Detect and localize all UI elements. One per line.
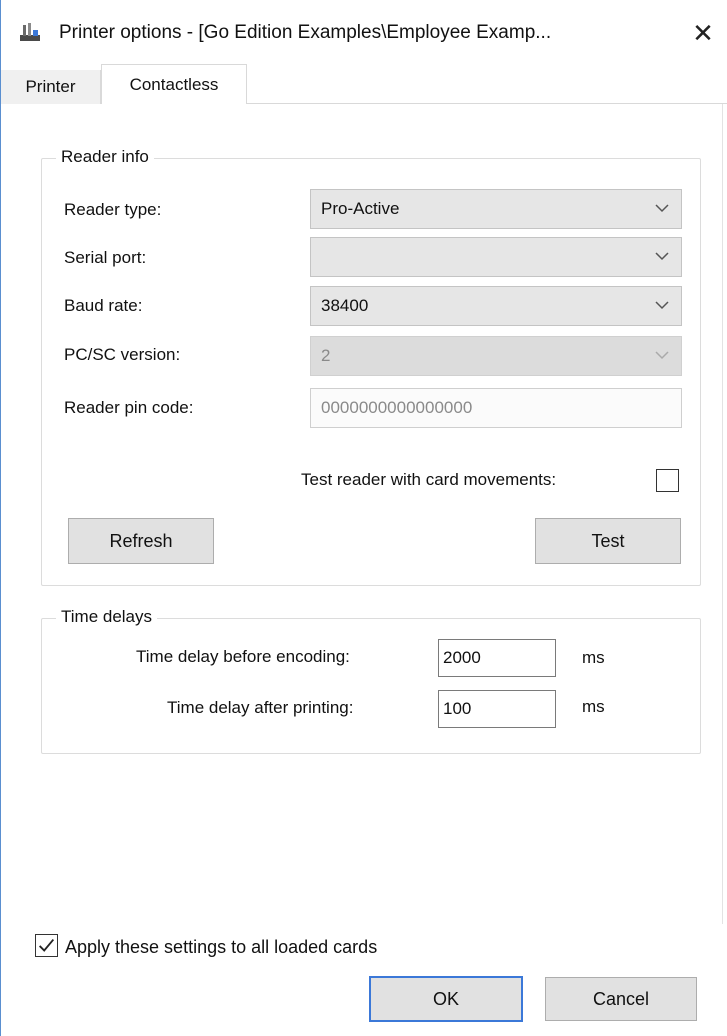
delay-before-encoding-unit: ms [582, 648, 605, 667]
test-button[interactable]: Test [535, 518, 681, 564]
reader-pin-code-input: 0000000000000000 [310, 388, 682, 428]
close-icon[interactable]: ✕ [692, 18, 714, 49]
delay-before-encoding-input[interactable]: 2000 [438, 639, 556, 677]
tab-contactless[interactable]: Contactless [101, 64, 247, 105]
apply-all-label[interactable]: Apply these settings to all loaded cards [65, 937, 377, 958]
chevron-down-icon [655, 301, 669, 310]
test-movements-label: Test reader with card movements: [301, 470, 557, 489]
reader-type-label: Reader type: [64, 200, 162, 219]
delay-before-encoding-label: Time delay before encoding: [136, 647, 350, 666]
delay-after-printing-unit: ms [582, 697, 605, 716]
reader-info-title: Reader info [56, 147, 154, 167]
checkmark-icon [39, 938, 55, 952]
baud-rate-select[interactable]: 38400 [310, 286, 682, 326]
pcsc-version-value: 2 [321, 346, 331, 365]
contactless-panel: Reader info Reader type: Pro-Active Seri… [19, 104, 723, 924]
delay-after-printing-input[interactable]: 100 [438, 690, 556, 728]
title-bar: Printer options - [Go Edition Examples\E… [1, 0, 727, 64]
reader-type-value: Pro-Active [321, 199, 400, 218]
ok-button[interactable]: OK [369, 976, 523, 1022]
baud-rate-label: Baud rate: [64, 296, 143, 315]
baud-rate-value: 38400 [321, 296, 369, 315]
chevron-down-icon [655, 252, 669, 261]
cancel-button[interactable]: Cancel [545, 977, 697, 1021]
pcsc-version-select: 2 [310, 336, 682, 376]
refresh-button[interactable]: Refresh [68, 518, 214, 564]
serial-port-select[interactable] [310, 237, 682, 277]
reader-pin-code-label: Reader pin code: [64, 398, 194, 417]
chevron-down-icon [655, 351, 669, 360]
serial-port-label: Serial port: [64, 248, 147, 267]
chevron-down-icon [655, 204, 669, 213]
time-delays-title: Time delays [56, 607, 158, 627]
pcsc-version-label: PC/SC version: [64, 345, 181, 364]
printer-icon [20, 23, 40, 41]
test-movements-checkbox[interactable] [656, 469, 679, 492]
reader-info-group: Reader info Reader type: Pro-Active Seri… [41, 147, 701, 586]
apply-all-checkbox[interactable] [35, 934, 58, 957]
reader-type-select[interactable]: Pro-Active [310, 189, 682, 229]
time-delays-group: Time delays Time delay before encoding: … [41, 607, 701, 754]
tab-printer[interactable]: Printer [1, 70, 101, 104]
printer-options-dialog: Printer options - [Go Edition Examples\E… [0, 0, 727, 1036]
delay-after-printing-label: Time delay after printing: [167, 698, 354, 717]
tab-strip: Printer Contactless [1, 64, 727, 105]
window-title: Printer options - [Go Edition Examples\E… [59, 22, 552, 43]
close-button[interactable]: ✕ [681, 14, 725, 52]
